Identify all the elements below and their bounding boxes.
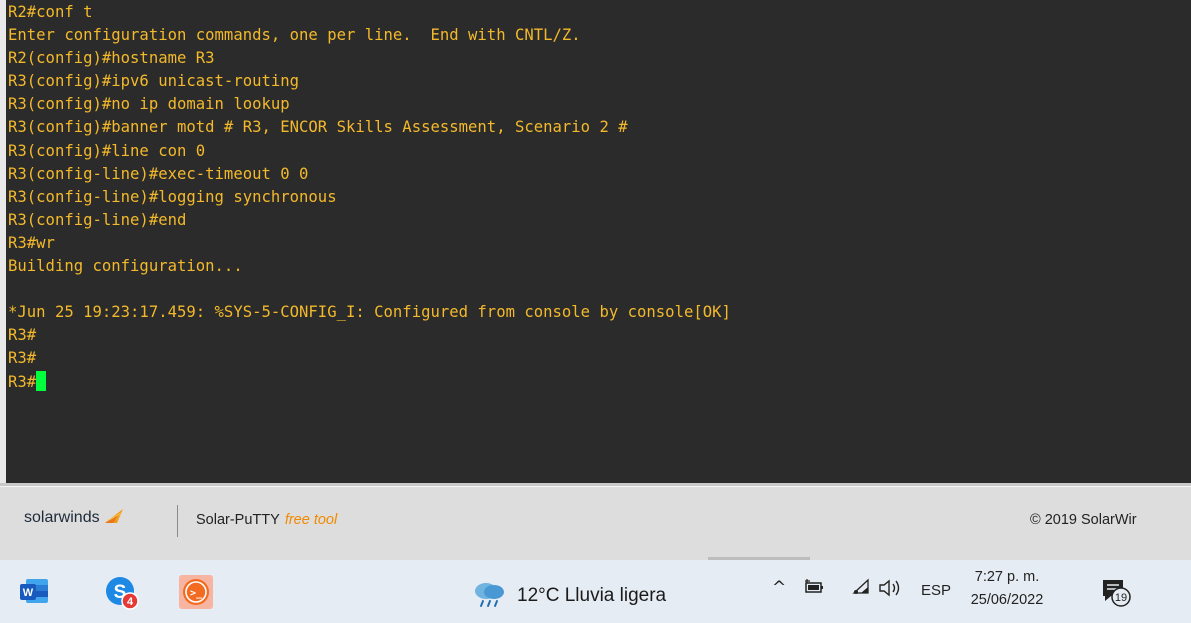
clock-time: 7:27 p. m. — [974, 569, 1040, 585]
terminal-line: R3(config)#ipv6 unicast-routing — [8, 72, 300, 91]
app-name: Solar-PuTTY free tool — [196, 512, 337, 528]
terminal-line: R3# — [8, 349, 37, 368]
skype-badge: 4 — [127, 596, 134, 608]
terminal-line: R3(config)#banner motd # R3, ENCOR Skill… — [8, 118, 628, 137]
terminal-line: R3#wr — [8, 233, 55, 252]
footer-separator — [0, 486, 1191, 487]
skype-icon[interactable]: S 4 — [103, 574, 139, 610]
language-indicator[interactable]: ESP — [921, 582, 951, 599]
wifi-icon[interactable] — [852, 578, 872, 601]
weather-text: 12°C Lluvia ligera — [517, 585, 667, 606]
putty-glyph: >_ — [190, 588, 203, 599]
rain-cloud-icon — [471, 579, 507, 613]
terminal-line: R3(config)#line con 0 — [8, 141, 206, 160]
solar-putty-icon[interactable]: >_ — [178, 574, 213, 609]
terminal-prompt: R3# — [8, 372, 37, 391]
show-hidden-icons-chevron[interactable]: ^ — [772, 578, 786, 598]
solarwinds-logo[interactable]: solarwinds — [24, 507, 124, 529]
terminal-line: R2(config)#hostname R3 — [8, 49, 215, 68]
clock[interactable]: 7:27 p. m. 25/06/2022 — [970, 566, 1044, 612]
terminal-line: Enter configuration commands, one per li… — [8, 26, 581, 45]
terminal-line: *Jun 25 19:23:17.459: %SYS-5-CONFIG_I: C… — [8, 303, 731, 322]
app-tag: free tool — [284, 512, 338, 528]
windows-taskbar: W S 4 >_ 12°C Lluvia ligera ^ ESP 7:27 p… — [0, 560, 1191, 623]
clock-date: 25/06/2022 — [970, 592, 1044, 608]
terminal-window[interactable]: R2#conf t Enter configuration commands, … — [0, 0, 1191, 483]
copyright-text[interactable]: © 2019 SolarWir — [1030, 512, 1137, 528]
terminal-line: R3(config)#no ip domain lookup — [8, 95, 290, 114]
terminal-cursor — [36, 370, 47, 391]
solarwinds-flame-icon — [104, 507, 124, 529]
app-title: Solar-PuTTY — [196, 512, 280, 528]
brand-divider — [177, 505, 178, 537]
terminal-line: R3(config-line)#end — [8, 210, 187, 229]
terminal-line: R3# — [8, 326, 37, 345]
brand-name: solarwinds — [24, 509, 100, 526]
notification-count: 19 — [1115, 592, 1127, 604]
battery-icon[interactable] — [804, 578, 826, 601]
terminal-line: R3(config-line)#exec-timeout 0 0 — [8, 164, 309, 183]
word-letter: W — [23, 587, 34, 599]
terminal-line: Building configuration... — [8, 257, 243, 276]
volume-icon[interactable] — [878, 578, 904, 603]
word-icon[interactable]: W — [17, 574, 51, 608]
solar-putty-footer: solarwinds Solar-PuTTY free tool © 2019 S… — [0, 483, 1191, 560]
terminal-prompt-line[interactable]: R3# — [8, 370, 1191, 394]
notification-icon[interactable]: 19 — [1100, 576, 1132, 608]
terminal-line: R2#conf t — [8, 3, 93, 21]
terminal-line: R3(config-line)#logging synchronous — [8, 187, 337, 206]
weather-widget[interactable]: 12°C Lluvia ligera — [471, 579, 666, 613]
